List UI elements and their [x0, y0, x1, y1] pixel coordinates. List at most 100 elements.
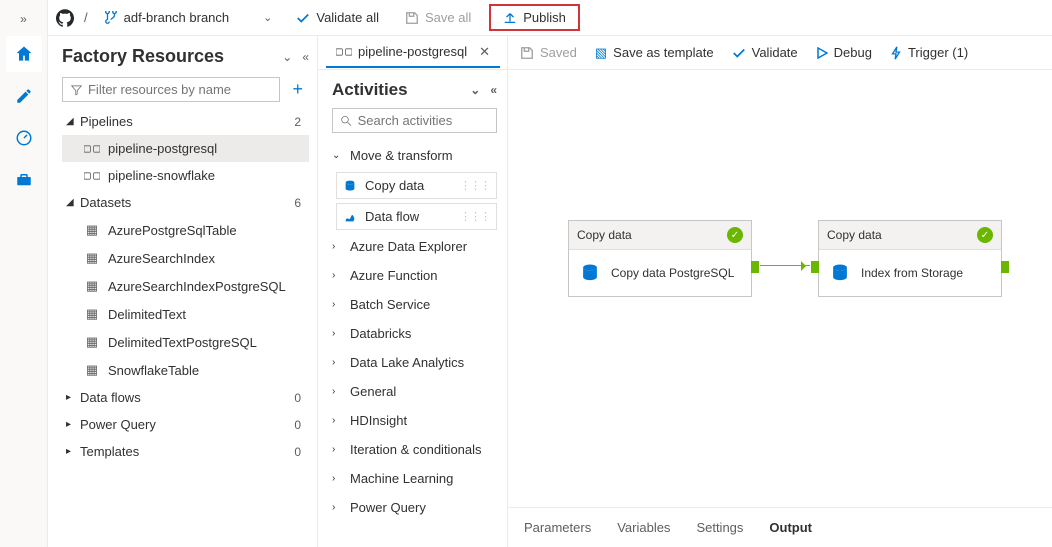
publish-button[interactable]: Publish	[495, 6, 574, 29]
left-nav-rail: »	[0, 0, 48, 547]
save-as-template-button[interactable]: ▧ Save as template	[595, 45, 714, 61]
collapse-panel-icon[interactable]: «	[302, 50, 309, 64]
path-separator: /	[84, 10, 88, 25]
copy-data-icon	[829, 262, 851, 284]
debug-button[interactable]: Debug	[816, 45, 872, 60]
activity-category[interactable]: ›Machine Learning	[332, 464, 497, 493]
tab-pipeline-postgresql[interactable]: pipeline-postgresql ✕	[326, 38, 500, 68]
github-icon	[56, 9, 74, 27]
canvas-toolbar: Saved ▧ Save as template Validate Debug …	[508, 36, 1052, 70]
tree-item-pipeline-snowflake[interactable]: pipeline-snowflake	[62, 162, 309, 189]
branch-selector[interactable]: adf-branch branch ⌄	[98, 6, 279, 29]
activity-category[interactable]: ›Batch Service	[332, 290, 497, 319]
node-title: Copy data PostgreSQL	[611, 266, 734, 280]
collapse-panel-icon[interactable]: «	[490, 83, 497, 97]
activity-category[interactable]: ›Power Query	[332, 493, 497, 522]
activity-category[interactable]: ›HDInsight	[332, 406, 497, 435]
caret-right-icon: ▸	[66, 392, 80, 403]
status-ok-icon: ✓	[727, 227, 743, 243]
factory-resources-panel: Factory Resources ⌄ « + ◢ Pipelines 2	[48, 36, 318, 547]
pipeline-icon	[84, 143, 100, 155]
activity-category[interactable]: ›Azure Function	[332, 261, 497, 290]
tab-variables[interactable]: Variables	[615, 512, 672, 543]
input-port[interactable]	[811, 261, 819, 273]
filter-resources-input[interactable]	[62, 77, 280, 102]
caret-down-icon: ◢	[66, 116, 80, 127]
lightning-icon	[890, 46, 902, 60]
tree-section-datasets[interactable]: ◢ Datasets 6	[62, 189, 309, 216]
nav-manage[interactable]	[6, 162, 42, 198]
gauge-icon	[15, 129, 33, 147]
tree-item-dataset[interactable]: ▦DelimitedTextPostgreSQL	[62, 328, 309, 356]
table-icon: ▦	[84, 334, 100, 350]
trigger-button[interactable]: Trigger (1)	[890, 45, 968, 60]
chevron-right-icon: ›	[332, 299, 342, 310]
chevron-right-icon: ›	[332, 473, 342, 484]
chevron-right-icon: ›	[332, 328, 342, 339]
editor-tabs: pipeline-postgresql ✕	[318, 36, 507, 70]
factory-resources-title: Factory Resources	[62, 46, 224, 67]
activity-data-flow[interactable]: Data flow ⋮⋮⋮	[336, 203, 497, 230]
resources-tree: ◢ Pipelines 2 pipeline-postgresql pipeli…	[62, 108, 309, 547]
output-port[interactable]	[1001, 261, 1009, 273]
node-title: Index from Storage	[861, 266, 963, 280]
chevron-right-icon: ›	[332, 386, 342, 397]
output-port[interactable]	[751, 261, 759, 273]
tree-item-dataset[interactable]: ▦DelimitedText	[62, 300, 309, 328]
expand-down-icon[interactable]: ⌄	[282, 50, 292, 64]
toolbox-icon	[15, 171, 33, 189]
save-icon	[405, 11, 419, 25]
tree-section-dataflows[interactable]: ▸Data flows0	[62, 384, 309, 411]
pipeline-canvas[interactable]: Copy data ✓ Copy data PostgreSQL Copy da…	[508, 70, 1052, 507]
activities-panel: pipeline-postgresql ✕ Activities ⌄ « ⌄Mo…	[318, 36, 508, 547]
tab-parameters[interactable]: Parameters	[522, 512, 593, 543]
connector[interactable]	[760, 265, 810, 266]
save-icon	[520, 46, 534, 60]
category-move-transform[interactable]: ⌄Move & transform	[332, 141, 497, 170]
add-resource-button[interactable]: +	[286, 79, 309, 100]
publish-highlight: Publish	[489, 4, 580, 31]
tree-item-dataset[interactable]: ▦AzureSearchIndexPostgreSQL	[62, 272, 309, 300]
node-type-label: Copy data	[827, 228, 882, 242]
top-toolbar: / adf-branch branch ⌄ Validate all Save …	[48, 0, 1052, 36]
validate-all-button[interactable]: Validate all	[288, 6, 387, 29]
activity-category[interactable]: ›Databricks	[332, 319, 497, 348]
tab-settings[interactable]: Settings	[694, 512, 745, 543]
pencil-icon	[15, 87, 33, 105]
tab-output[interactable]: Output	[767, 512, 814, 543]
activity-category[interactable]: ›Data Lake Analytics	[332, 348, 497, 377]
expand-rail-icon[interactable]: »	[16, 8, 31, 30]
data-flow-icon	[343, 210, 357, 224]
close-tab-icon[interactable]: ✕	[479, 44, 490, 60]
pipeline-canvas-area: Saved ▧ Save as template Validate Debug …	[508, 36, 1052, 547]
activity-category[interactable]: ›General	[332, 377, 497, 406]
canvas-node-copy-postgresql[interactable]: Copy data ✓ Copy data PostgreSQL	[568, 220, 752, 297]
activity-category[interactable]: ›Azure Data Explorer	[332, 232, 497, 261]
chevron-down-icon: ⌄	[332, 150, 342, 161]
chevron-right-icon: ›	[332, 502, 342, 513]
nav-author[interactable]	[6, 78, 42, 114]
tree-item-dataset[interactable]: ▦AzurePostgreSqlTable	[62, 216, 309, 244]
nav-monitor[interactable]	[6, 120, 42, 156]
expand-down-icon[interactable]: ⌄	[470, 83, 480, 97]
chevron-right-icon: ›	[332, 241, 342, 252]
validate-button[interactable]: Validate	[732, 45, 798, 60]
activity-copy-data[interactable]: Copy data ⋮⋮⋮	[336, 172, 497, 199]
save-all-button[interactable]: Save all	[397, 6, 479, 29]
status-ok-icon: ✓	[977, 227, 993, 243]
home-icon	[14, 44, 34, 64]
canvas-node-index-storage[interactable]: Copy data ✓ Index from Storage	[818, 220, 1002, 297]
chevron-right-icon: ›	[332, 270, 342, 281]
tree-section-powerquery[interactable]: ▸Power Query0	[62, 411, 309, 438]
tree-item-dataset[interactable]: ▦AzureSearchIndex	[62, 244, 309, 272]
copy-data-icon	[579, 262, 601, 284]
activity-category[interactable]: ›Iteration & conditionals	[332, 435, 497, 464]
tree-section-templates[interactable]: ▸Templates0	[62, 438, 309, 465]
check-icon	[732, 46, 746, 60]
tree-item-dataset[interactable]: ▦SnowflakeTable	[62, 356, 309, 384]
search-activities-input[interactable]	[332, 108, 497, 133]
branch-icon	[104, 11, 118, 25]
tree-item-pipeline-postgresql[interactable]: pipeline-postgresql	[62, 135, 309, 162]
nav-home[interactable]	[6, 36, 42, 72]
tree-section-pipelines[interactable]: ◢ Pipelines 2	[62, 108, 309, 135]
